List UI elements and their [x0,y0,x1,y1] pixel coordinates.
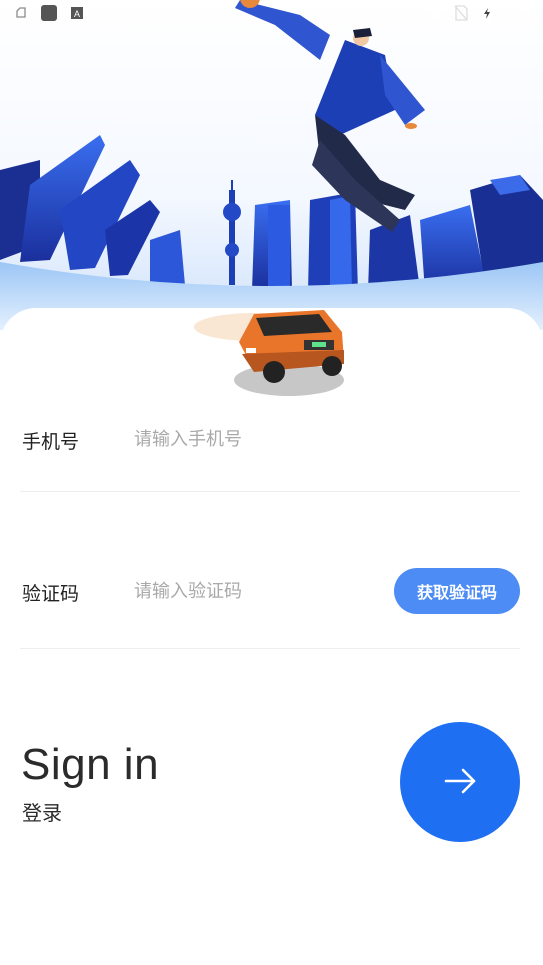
phone-label: 手机号 [22,431,80,453]
car-illustration [184,292,354,402]
signin-button[interactable] [400,722,520,842]
status-time: 1:21 [503,4,533,22]
code-divider [20,648,520,649]
signin-title: Sign in [21,740,160,789]
cloud-upload-icon [12,4,30,22]
code-input[interactable] [134,578,374,604]
arrow-right-icon [442,763,478,802]
signin-subtitle: 登录 [22,801,62,825]
no-sim-icon [452,4,470,22]
get-code-button[interactable]: 获取验证码 [394,568,520,614]
font-a-icon: A [68,4,86,22]
wifi-icon [425,4,444,22]
hero-illustration [0,0,543,330]
status-bar: A 1:21 [0,0,543,28]
app-square-icon [40,4,58,22]
battery-charging-icon [478,4,496,22]
code-label: 验证码 [22,583,80,605]
phone-divider [20,491,520,492]
svg-text:A: A [74,9,80,19]
login-card [0,308,543,965]
phone-input[interactable] [134,426,434,452]
